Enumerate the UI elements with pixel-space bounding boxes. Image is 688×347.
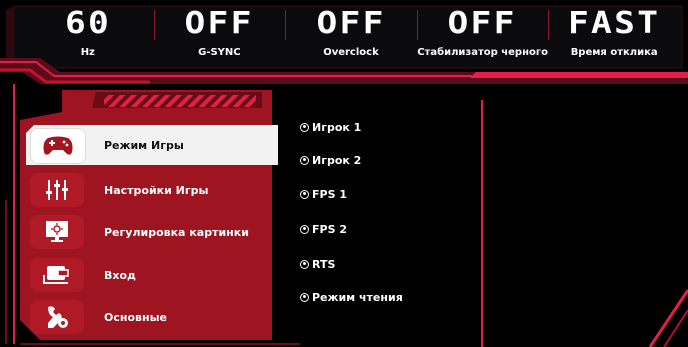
menu-item-label: Вход xyxy=(104,268,136,282)
option-label: Игрок 1 xyxy=(312,120,362,134)
radio-icon xyxy=(300,224,309,234)
status-label: Overclock xyxy=(323,47,379,58)
input-source-icon xyxy=(43,266,69,284)
menu-item-game-mode[interactable]: Режим Игры xyxy=(26,125,298,165)
menu-panel: Режим Игры Настройки Игры Регулировка ка… xyxy=(24,88,278,344)
radio-icon xyxy=(300,259,309,269)
status-label: Время отклика xyxy=(570,47,658,58)
option-rts[interactable]: RTS xyxy=(300,254,335,274)
status-gsync: OFF G-SYNC xyxy=(153,6,286,66)
option-label: RTS xyxy=(312,257,336,271)
status-bar: 60 Hz OFF G-SYNC OFF Overclock OFF Стаби… xyxy=(22,8,680,66)
status-black-stabilizer: OFF Стабилизатор черного xyxy=(416,6,549,66)
gamepad-icon xyxy=(43,136,73,155)
status-value: OFF xyxy=(447,6,518,41)
status-refresh-rate: 60 Hz xyxy=(22,8,154,66)
menu-item-label: Режим Игры xyxy=(104,138,184,152)
option-fps-2[interactable]: FPS 2 xyxy=(300,219,347,239)
menu-item-general[interactable]: Основные xyxy=(26,297,298,337)
sliders-icon xyxy=(46,180,68,200)
option-label: FPS 1 xyxy=(312,187,347,201)
icon-box xyxy=(30,173,84,207)
wrench-gear-icon xyxy=(48,306,68,328)
picture-adjust-icon xyxy=(46,221,68,242)
option-reader-mode[interactable]: Режим чтения xyxy=(300,287,403,307)
status-value: OFF xyxy=(316,6,386,41)
radio-icon xyxy=(300,155,309,165)
status-overclock: OFF Overclock xyxy=(285,8,417,66)
option-player-1[interactable]: Игрок 1 xyxy=(300,117,361,137)
radio-icon xyxy=(300,122,309,132)
radio-icon xyxy=(300,189,309,199)
icon-box xyxy=(30,300,84,334)
icon-box xyxy=(30,258,84,292)
status-label: G-SYNC xyxy=(198,47,241,58)
menu-item-label: Регулировка картинки xyxy=(104,225,249,239)
option-label: FPS 2 xyxy=(312,222,347,236)
menu-item-game-settings[interactable]: Настройки Игры xyxy=(26,170,298,210)
menu-item-picture-adjust[interactable]: Регулировка картинки xyxy=(26,212,298,252)
menu-item-label: Основные xyxy=(104,310,167,324)
status-response-time: FAST Время отклика xyxy=(548,8,680,66)
status-value: FAST xyxy=(568,6,661,41)
option-label: Режим чтения xyxy=(312,290,403,304)
status-label: Hz xyxy=(80,47,95,58)
radio-icon xyxy=(300,292,309,302)
icon-box xyxy=(30,128,86,164)
option-player-2[interactable]: Игрок 2 xyxy=(300,150,361,170)
option-fps-1[interactable]: FPS 1 xyxy=(300,184,347,204)
option-label: Игрок 2 xyxy=(312,153,362,167)
status-value: OFF xyxy=(184,6,254,41)
icon-box xyxy=(30,215,84,249)
status-label: Стабилизатор черного xyxy=(417,47,548,58)
status-value: 60 xyxy=(64,6,111,41)
menu-item-input[interactable]: Вход xyxy=(26,255,298,295)
menu-item-label: Настройки Игры xyxy=(104,183,209,197)
